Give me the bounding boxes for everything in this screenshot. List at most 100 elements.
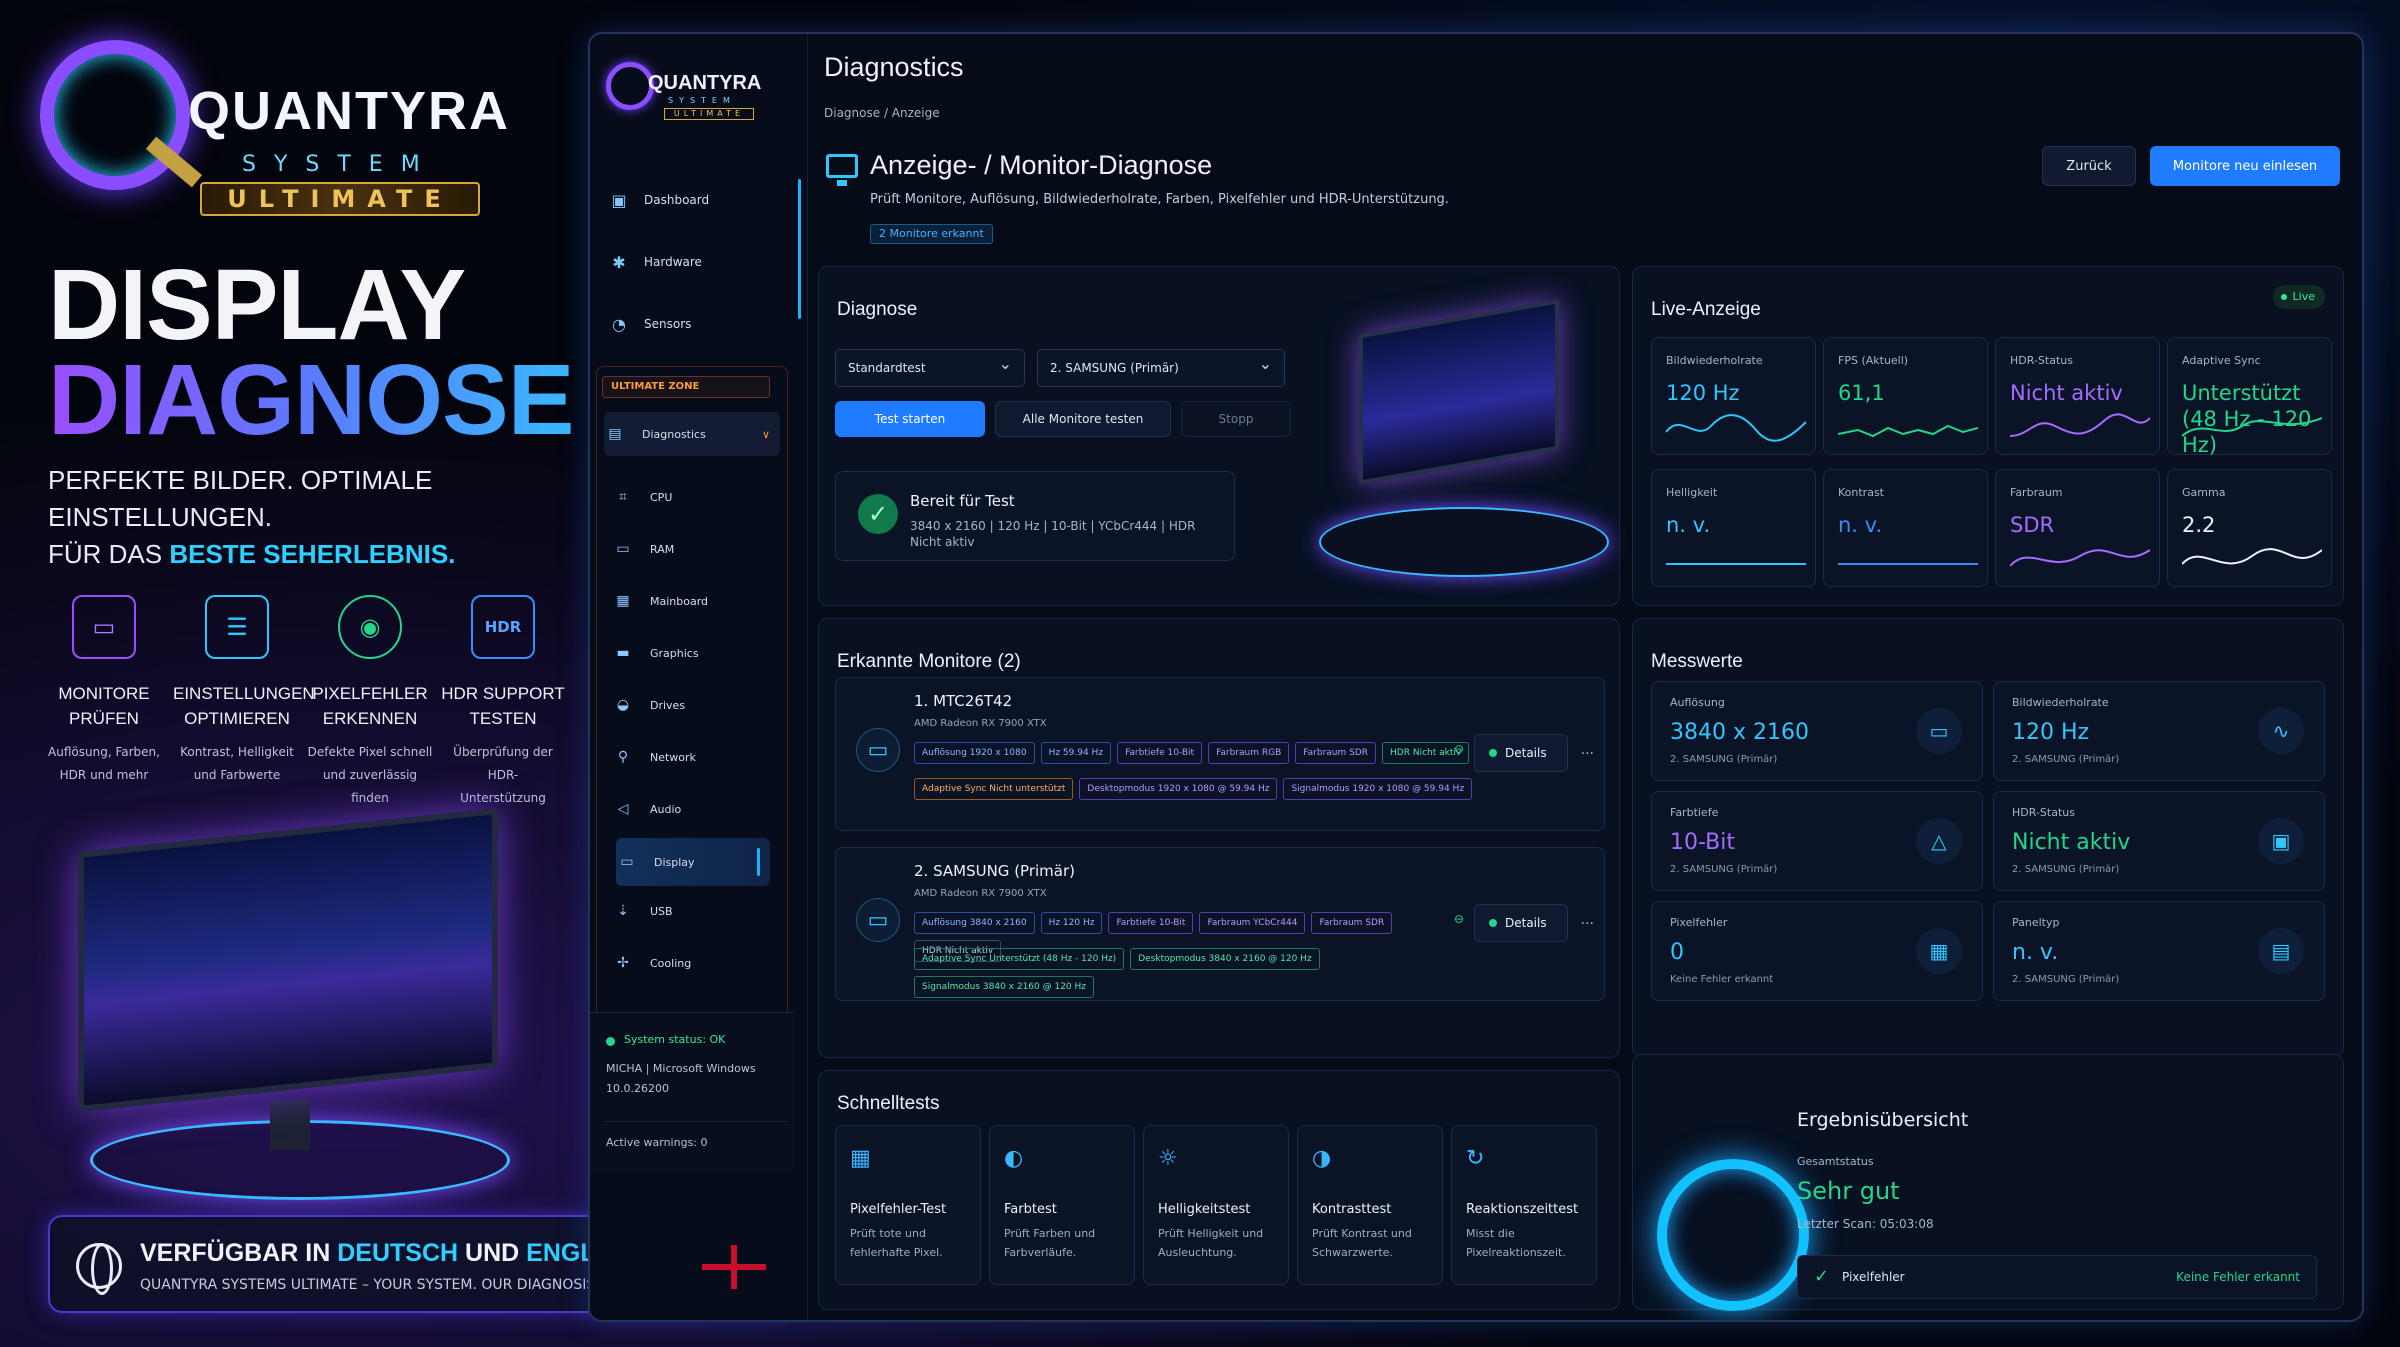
quicktest-card[interactable]: ▦ Pixelfehler-Test Prüft tote und fehlerha… xyxy=(835,1125,981,1285)
details-button[interactable]: Details xyxy=(1474,904,1568,942)
results-card: Ergebnisübersicht Gesamtstatus Sehr gut … xyxy=(1632,1054,2344,1311)
sidebar-item-display[interactable]: ▭ Display xyxy=(616,838,770,886)
sidebar-logo-ultimate: ULTIMATE xyxy=(664,108,754,120)
live-tile-label: Adaptive Sync xyxy=(2182,354,2261,367)
feature-pixel: ◉ PIXELFEHLER ERKENNEN Defekte Pixel schn… xyxy=(306,595,434,810)
live-tile-label: Farbraum xyxy=(2010,486,2063,499)
monitor-row[interactable]: ▭ 1. MTC26T42 AMD Radeon RX 7900 XTX Auflös… xyxy=(835,677,1605,831)
quicktest-desc: Prüft Helligkeit und Ausleuchtung. xyxy=(1158,1227,1264,1259)
overall-value: Sehr gut xyxy=(1797,1177,1900,1205)
quicktest-name: Pixelfehler-Test xyxy=(850,1202,947,1217)
measurement-sub: 2. SAMSUNG (Primär) xyxy=(2012,754,2120,765)
more-options-button[interactable]: ... xyxy=(1581,912,1594,928)
sidebar-item-dashboard[interactable]: ▣ Dashboard xyxy=(608,180,788,220)
sidebar-item-mainboard[interactable]: ▦ Mainboard xyxy=(612,582,780,620)
measurement-sub: 2. SAMSUNG (Primär) xyxy=(2012,864,2120,875)
sidebar-item-label: Graphics xyxy=(650,646,699,660)
monitor-icon xyxy=(826,154,858,186)
stop-button[interactable]: Stopp xyxy=(1181,401,1291,437)
sidebar-item-network[interactable]: ⚲ Network xyxy=(612,738,780,776)
quicktest-card[interactable]: ↻ Reaktionszeittest Misst die Pixelreaktio… xyxy=(1451,1125,1597,1285)
ready-status: ✓ Bereit für Test 3840 x 2160 | 120 Hz |… xyxy=(835,471,1235,561)
sidebar-item-graphics[interactable]: ▬ Graphics xyxy=(612,634,780,672)
sidebar-item-label: Drives xyxy=(650,698,686,712)
sidebar-item-label: Network xyxy=(650,750,696,764)
q-emblem-icon xyxy=(606,62,654,110)
app-window: QUANTYRA SYSTEM ULTIMATE ▣ Dashboard ✱ Har… xyxy=(588,32,2364,1322)
hdr-icon: ▣ xyxy=(2258,818,2304,864)
sidebar-item-label: Sensors xyxy=(644,317,692,331)
breadcrumb[interactable]: Diagnose / Anzeige xyxy=(824,106,940,120)
monitor-icon: ▭ xyxy=(856,728,900,772)
spec-chip: Desktopmodus 3840 x 2160 @ 120 Hz xyxy=(1130,948,1320,970)
quicktest-card[interactable]: ◐ Farbtest Prüft Farben und Farbverläufe. xyxy=(989,1125,1135,1285)
live-tile: HDR-Status Nicht aktiv xyxy=(1995,337,2160,455)
triangle-icon: △ xyxy=(1916,818,1962,864)
timer-icon: ↻ xyxy=(1466,1146,1485,1171)
test-all-button[interactable]: Alle Monitore testen xyxy=(995,401,1171,437)
live-tile: Helligkeit n. v. xyxy=(1651,469,1816,587)
feature-monitors: ▭ MONITORE PRÜFEN Auflösung, Farben, HDR u… xyxy=(40,595,168,787)
feature-desc: Auflösung, Farben, xyxy=(48,745,160,759)
drive-icon: ◒ xyxy=(616,697,630,713)
quicktests-card: Schnelltests ▦ Pixelfehler-Test Prüft tote… xyxy=(818,1070,1620,1310)
feature-title: MONITORE xyxy=(58,684,150,703)
monitor-icon: ▭ xyxy=(1916,708,1962,754)
slogan-line1: PERFEKTE BILDER. OPTIMALE EINSTELLUNGEN. xyxy=(48,465,433,532)
section-title: Anzeige- / Monitor-Diagnose xyxy=(870,150,1213,180)
monitor-row[interactable]: ▭ 2. SAMSUNG (Primär) AMD Radeon RX 7900 X… xyxy=(835,847,1605,1001)
test-type-select[interactable]: Standardtest xyxy=(835,346,1025,387)
sidebar-item-cpu[interactable]: ⌗ CPU xyxy=(612,478,780,516)
measurement-tile: Pixelfehler 0 Keine Fehler erkannt ▦ xyxy=(1651,901,1983,1001)
sidebar-item-usb[interactable]: ⇣ USB xyxy=(612,892,780,930)
slogan-highlight: BESTE SEHERLEBNIS. xyxy=(169,539,456,569)
rescan-monitors-button[interactable]: Monitore neu einlesen xyxy=(2150,146,2340,186)
feature-title: ERKENNEN xyxy=(322,709,418,728)
sidebar-item-drives[interactable]: ◒ Drives xyxy=(612,686,780,724)
monitor-gpu: AMD Radeon RX 7900 XTX xyxy=(914,888,1047,899)
link-icon[interactable]: ⊖ xyxy=(1454,742,1464,756)
overall-label: Gesamtstatus xyxy=(1797,1155,1874,1168)
sparkline xyxy=(2182,417,2322,437)
sparkline xyxy=(1666,563,1806,565)
feature-title: EINSTELLUNGEN xyxy=(173,684,315,703)
live-tile: Kontrast n. v. xyxy=(1823,469,1988,587)
live-badge: Live xyxy=(2272,285,2325,309)
sliders-icon: ☰ xyxy=(205,595,269,659)
sidebar-item-diagnostics[interactable]: ▤ Diagnostics ∨ xyxy=(604,412,780,456)
monitor-select[interactable]: 2. SAMSUNG (Primär) xyxy=(1037,346,1285,387)
feature-desc: und Farbwerte xyxy=(193,768,281,782)
card-title: Erkannte Monitore (2) xyxy=(837,651,1021,672)
measurement-sub: 2. SAMSUNG (Primär) xyxy=(1670,754,1778,765)
live-tile-label: HDR-Status xyxy=(2010,354,2073,367)
live-tile: Gamma 2.2 xyxy=(2167,469,2332,587)
sidebar-item-ram[interactable]: ▭ RAM xyxy=(612,530,780,568)
measurement-label: HDR-Status xyxy=(2012,806,2075,819)
sidebar-scrollbar[interactable] xyxy=(798,179,801,319)
measurements-card: Messwerte Auflösung 3840 x 2160 2. SAMSUNG… xyxy=(1632,618,2344,1058)
quicktest-card[interactable]: ◑ Kontrasttest Prüft Kontrast und Schwarzw… xyxy=(1297,1125,1443,1285)
quicktest-desc: Prüft tote und fehlerhafte Pixel. xyxy=(850,1227,943,1259)
back-button[interactable]: Zurück xyxy=(2042,146,2136,186)
sidebar-item-cooling[interactable]: ✢ Cooling xyxy=(612,944,780,982)
quicktest-name: Reaktionszeittest xyxy=(1466,1202,1579,1217)
sidebar-item-sensors[interactable]: ◔ Sensors xyxy=(608,304,788,344)
more-options-button[interactable]: ... xyxy=(1581,742,1594,758)
sparkline xyxy=(1838,563,1978,565)
status-text: System status: OK xyxy=(624,1033,726,1046)
result-row-label: Pixelfehler xyxy=(1842,1270,1905,1284)
contrast-icon: ◑ xyxy=(1312,1146,1332,1171)
start-test-button[interactable]: Test starten xyxy=(835,401,985,437)
grid-icon: ▦ xyxy=(1916,928,1962,974)
sidebar-item-hardware[interactable]: ✱ Hardware xyxy=(608,242,788,282)
result-row[interactable]: ✓ Pixelfehler Keine Fehler erkannt xyxy=(1797,1255,2317,1299)
measurement-label: Pixelfehler xyxy=(1670,916,1728,929)
details-button[interactable]: Details xyxy=(1474,734,1568,772)
link-icon[interactable]: ⊖ xyxy=(1454,912,1464,926)
check-icon: ✓ xyxy=(858,494,898,534)
sidebar-item-audio[interactable]: ◁ Audio xyxy=(612,790,780,828)
ready-title: Bereit für Test xyxy=(910,492,1015,510)
eye-icon: ◉ xyxy=(338,595,402,659)
measurement-label: Bildwiederholrate xyxy=(2012,696,2109,709)
quicktest-card[interactable]: ☼ Helligkeitstest Prüft Helligkeit und Aus… xyxy=(1143,1125,1289,1285)
